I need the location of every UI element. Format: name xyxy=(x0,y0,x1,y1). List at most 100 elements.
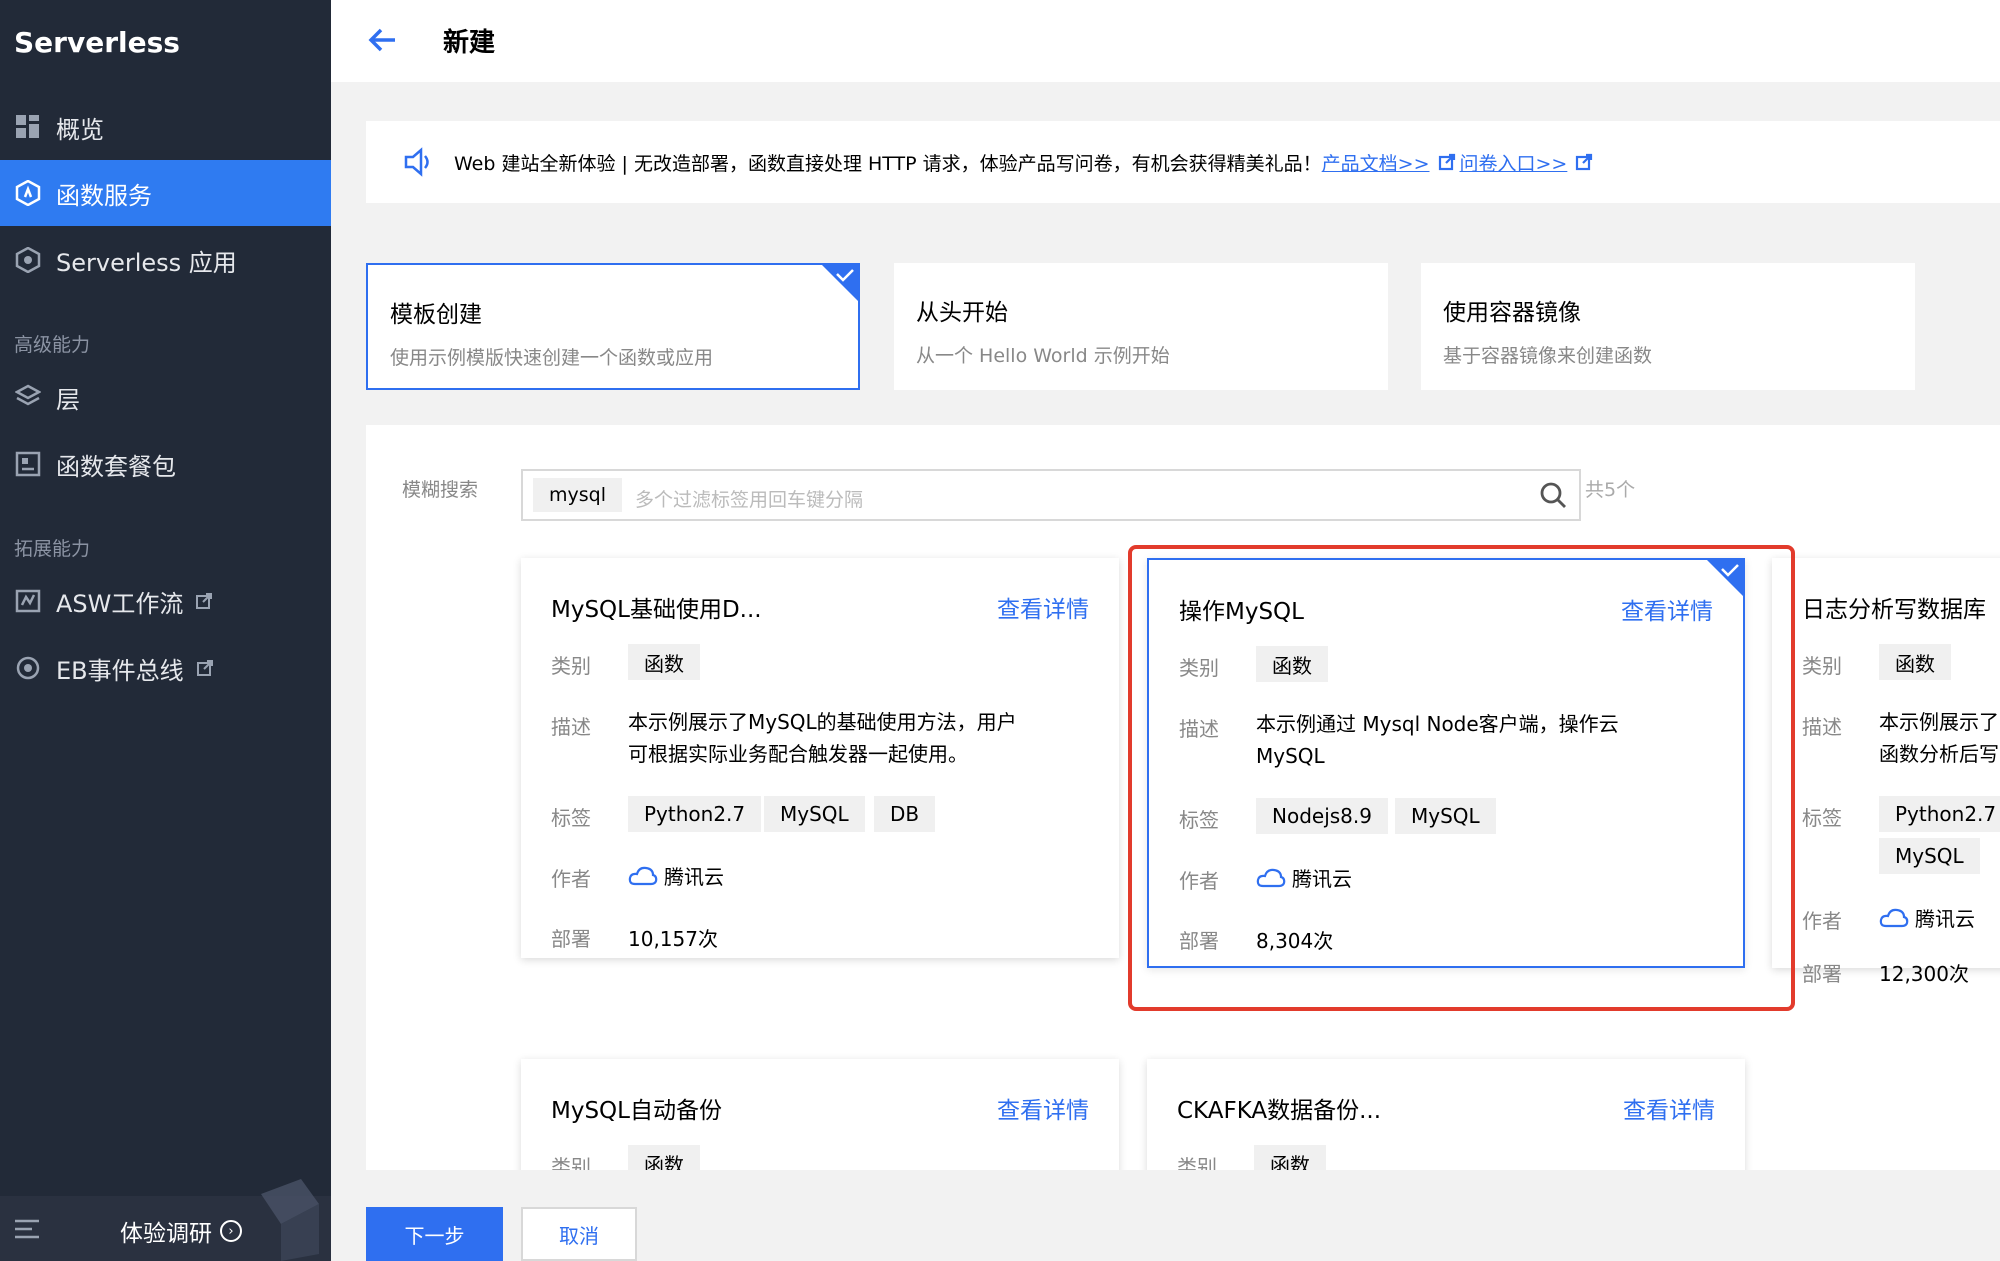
sidebar-item-serverless-app[interactable]: Serverless 应用 xyxy=(0,227,331,293)
tag-chip: MySQL xyxy=(1395,798,1496,834)
workflow-icon xyxy=(14,587,42,615)
result-count: 共5个 xyxy=(1585,479,1636,501)
template-desc: 本示例展示了 函数分析后写 xyxy=(1879,706,2000,770)
category-chip: 函数 xyxy=(1879,644,1951,680)
category-chip: 函数 xyxy=(1254,1145,1326,1170)
sidebar: Serverless 概览 函数服务 Serverless 应用 高级能力 层 … xyxy=(0,0,331,1261)
category-chip: 函数 xyxy=(628,644,700,680)
desc-line: 函数分析后写 xyxy=(1879,742,1999,766)
survey-entry-link[interactable]: 问卷入口>> xyxy=(1460,149,1568,176)
author-name: 腾讯云 xyxy=(1915,907,1975,931)
tencent-cloud-icon xyxy=(1256,867,1286,889)
sidebar-item-package[interactable]: 函数套餐包 xyxy=(0,431,331,497)
mode-container-card[interactable]: 使用容器镜像 基于容器镜像来创建函数 xyxy=(1421,263,1915,390)
author-label: 作者 xyxy=(551,867,591,891)
desc-line: 可根据实际业务配合触发器一起使用。 xyxy=(628,742,968,766)
desc-line: 本示例通过 Mysql Node客户端，操作云 xyxy=(1256,712,1619,736)
filter-tag[interactable]: mysql xyxy=(533,478,622,512)
template-name: MySQL基础使用D... xyxy=(551,597,762,623)
sidebar-item-overview[interactable]: 概览 xyxy=(0,94,331,160)
template-area: 模糊搜索 mysql 多个过滤标签用回车键分隔 共5个 MySQL基础使用D..… xyxy=(366,425,2000,1170)
author: 腾讯云 xyxy=(1256,863,1352,892)
desc-label: 描述 xyxy=(1179,717,1219,741)
author: 腾讯云 xyxy=(628,861,724,890)
sidebar-item-label: 概览 xyxy=(56,115,104,144)
tags-label: 标签 xyxy=(1802,806,1842,830)
sidebar-item-eventbus[interactable]: EB事件总线 xyxy=(0,635,331,701)
template-card[interactable]: MySQL基础使用D... 查看详情 类别 函数 描述 本示例展示了MySQL的… xyxy=(521,558,1119,958)
survey-link[interactable]: 体验调研 › xyxy=(120,1214,242,1248)
template-card[interactable]: 日志分析写数据库 类别 函数 描述 本示例展示了 函数分析后写 标签 Pytho… xyxy=(1772,558,2000,986)
sidebar-item-asw[interactable]: ASW工作流 xyxy=(0,568,331,634)
author: 腾讯云 xyxy=(1879,903,1975,932)
tag-chip: Python2.7 xyxy=(1879,796,2000,832)
package-icon xyxy=(14,450,42,478)
view-detail-link[interactable]: 查看详情 xyxy=(1623,1091,1715,1125)
mode-title: 从头开始 xyxy=(916,300,1008,326)
external-link-icon[interactable] xyxy=(1438,153,1456,171)
template-card[interactable]: CKAFKA数据备份... 查看详情 类别 函数 xyxy=(1147,1059,1745,1170)
tag-chip: Python2.7 xyxy=(628,796,762,832)
category-label: 类别 xyxy=(1177,1155,1217,1170)
tag-chip: MySQL xyxy=(764,796,865,832)
category-label: 类别 xyxy=(1179,656,1219,680)
deploy-label: 部署 xyxy=(1179,929,1219,953)
sidebar-item-label: EB事件总线 xyxy=(56,656,184,685)
tencent-cloud-icon xyxy=(628,865,658,887)
sidebar-item-layers[interactable]: 层 xyxy=(0,364,331,430)
deploy-count: 12,300次 xyxy=(1879,962,1969,986)
layers-icon xyxy=(14,383,42,411)
category-chip: 函数 xyxy=(1256,646,1328,682)
sidebar-item-functions[interactable]: 函数服务 xyxy=(0,160,331,226)
notice-banner: Web 建站全新体验 | 无改造部署，函数直接处理 HTTP 请求，体验产品写问… xyxy=(366,121,2000,203)
tag-chip: Nodejs8.9 xyxy=(1256,798,1388,834)
template-card[interactable]: MySQL自动备份 查看详情 类别 函数 xyxy=(521,1059,1119,1170)
search-icon[interactable] xyxy=(1539,481,1567,509)
desc-label: 描述 xyxy=(551,715,591,739)
view-detail-link[interactable]: 查看详情 xyxy=(1621,592,1713,626)
docs-link[interactable]: 产品文档>> xyxy=(1322,149,1430,176)
author-label: 作者 xyxy=(1802,909,1842,933)
tencent-cloud-icon xyxy=(1879,907,1909,929)
survey-label: 体验调研 xyxy=(120,1221,212,1247)
mode-template-card[interactable]: 模板创建 使用示例模版快速创建一个函数或应用 xyxy=(366,263,860,390)
eventbus-icon xyxy=(14,654,42,682)
next-button[interactable]: 下一步 xyxy=(366,1207,503,1261)
external-link-icon xyxy=(196,659,214,677)
decorative-shape-icon xyxy=(241,1174,321,1261)
author-name: 腾讯云 xyxy=(1292,867,1352,891)
search-label: 模糊搜索 xyxy=(402,479,479,501)
external-link-icon[interactable] xyxy=(1575,153,1593,171)
sidebar-item-label: ASW工作流 xyxy=(56,589,184,618)
tags-label: 标签 xyxy=(1179,808,1219,832)
tag-chip: DB xyxy=(874,796,936,832)
deploy-label: 部署 xyxy=(551,927,591,951)
search-placeholder: 多个过滤标签用回车键分隔 xyxy=(635,489,864,511)
desc-label: 描述 xyxy=(1802,715,1842,739)
view-detail-link[interactable]: 查看详情 xyxy=(997,1091,1089,1125)
mode-title: 使用容器镜像 xyxy=(1443,300,1581,326)
template-name: 日志分析写数据库 xyxy=(1802,597,1986,623)
function-icon xyxy=(14,179,42,207)
mode-scratch-card[interactable]: 从头开始 从一个 Hello World 示例开始 xyxy=(894,263,1388,390)
arrow-right-icon: › xyxy=(220,1220,242,1242)
tags-label: 标签 xyxy=(551,806,591,830)
sidebar-item-label: 函数套餐包 xyxy=(56,452,176,481)
template-card-selected[interactable]: 操作MySQL 查看详情 类别 函数 描述 本示例通过 Mysql Node客户… xyxy=(1147,558,1745,968)
view-detail-link[interactable]: 查看详情 xyxy=(997,590,1089,624)
search-input[interactable]: mysql 多个过滤标签用回车键分隔 xyxy=(521,469,1581,521)
author-label: 作者 xyxy=(1179,869,1219,893)
category-label: 类别 xyxy=(551,1155,591,1170)
category-label: 类别 xyxy=(1802,654,1842,678)
sidebar-item-label: 层 xyxy=(56,385,80,414)
sidebar-item-label: 函数服务 xyxy=(56,181,152,210)
template-desc: 本示例展示了MySQL的基础使用方法，用户 可根据实际业务配合触发器一起使用。 xyxy=(628,706,1068,770)
collapse-menu-icon[interactable] xyxy=(14,1218,40,1244)
back-arrow-icon[interactable] xyxy=(365,22,401,58)
desc-line: MySQL xyxy=(1256,744,1325,768)
speaker-icon xyxy=(402,146,434,178)
template-name: 操作MySQL xyxy=(1179,599,1304,625)
cancel-button[interactable]: 取消 xyxy=(521,1207,637,1261)
page-header: 新建 xyxy=(331,0,2000,82)
section-advanced: 高级能力 xyxy=(14,334,91,356)
